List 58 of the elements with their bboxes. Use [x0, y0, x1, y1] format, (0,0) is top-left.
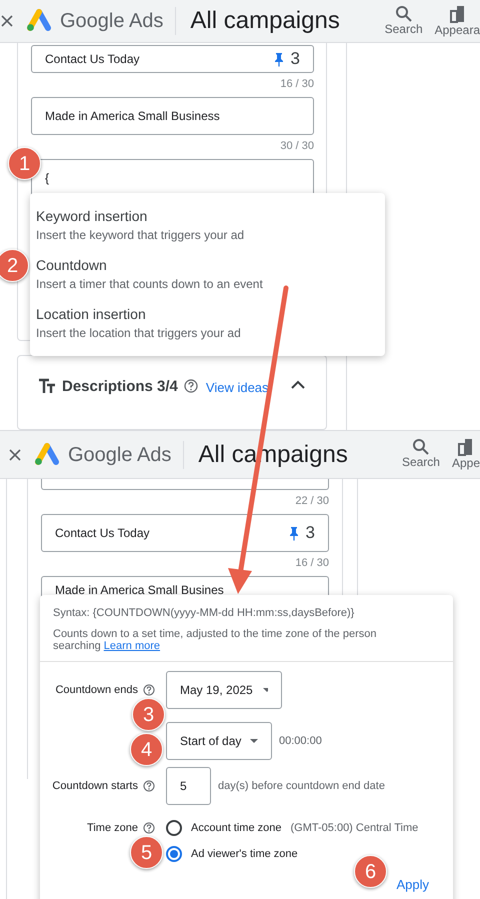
time-text: 00:00:00 [279, 734, 322, 749]
search-icon [395, 4, 412, 22]
headline-field[interactable] [41, 479, 329, 490]
pin-icon [272, 52, 285, 66]
toolbar-button[interactable]: Search [402, 438, 440, 470]
pin-position: 3 [290, 48, 300, 70]
logo-icon [26, 9, 52, 33]
toolbar-button[interactable]: Search [384, 4, 423, 36]
panel-icon [448, 4, 466, 22]
text-size-icon [38, 378, 56, 394]
syntax-text: Syntax: {COUNTDOWN(yyyy-MM-dd HH:mm:ss,daysBefore)} [53, 606, 356, 621]
logo-icon [34, 442, 60, 466]
time-zone-note: (GMT-05:00) Central Time [290, 820, 418, 836]
headline-field[interactable]: Contact Us Today 3 [41, 514, 329, 552]
help-icon [143, 684, 155, 696]
field-label: Countdown starts [52, 778, 138, 794]
page-title: All campaigns [190, 6, 340, 36]
close-icon[interactable] [0, 14, 14, 28]
headline-field[interactable]: Made in America Small Business [31, 97, 314, 135]
help-icon [143, 780, 155, 792]
view-ideas-link[interactable]: View ideas [206, 378, 269, 398]
radio-label: Account time zone [191, 820, 282, 836]
character-counter: 16 / 30 [280, 79, 314, 90]
radio-button[interactable] [166, 820, 182, 836]
days-input[interactable]: 5 [166, 766, 211, 805]
character-counter: 16 / 30 [295, 558, 329, 569]
description-text: Counts down to a set time, adjusted to the time zone of the person searching Learn more [53, 628, 378, 653]
toolbar-button[interactable]: Appe [452, 438, 480, 471]
section-title: Descriptions 3/4 [62, 376, 178, 397]
headline-field[interactable]: Contact Us Today 3 [31, 45, 314, 73]
panel-icon [457, 438, 474, 456]
menu-item[interactable]: Keyword insertion Insert the keyword that triggers your ad [30, 201, 250, 250]
menu-item[interactable]: Location insertion Insert the location that triggers your ad [30, 299, 247, 348]
caret-icon [250, 738, 258, 743]
help-icon [184, 378, 198, 393]
character-counter: 30 / 30 [280, 141, 314, 152]
caret-icon [262, 688, 268, 692]
menu-item[interactable]: Countdown Insert a timer that counts down to an event [30, 250, 269, 299]
field-label: Time zone [87, 820, 138, 836]
field-label: Countdown ends [55, 682, 138, 698]
step-badge: 2 [0, 249, 29, 282]
pin-position: 3 [306, 522, 315, 544]
search-icon [412, 438, 430, 455]
dropdown[interactable]: May 19, 2025 [166, 670, 282, 709]
radio-label: Ad viewer's time zone [191, 846, 298, 862]
character-counter: 22 / 30 [295, 496, 329, 507]
close-icon[interactable] [8, 448, 22, 462]
product-name: Google Ads [68, 442, 172, 468]
step-badge: 1 [8, 147, 41, 180]
dropdown[interactable]: Start of day [166, 722, 272, 760]
product-name: Google Ads [60, 9, 164, 34]
toolbar-button[interactable]: Appeara [434, 4, 480, 38]
help-icon [143, 822, 155, 834]
learn-more-link[interactable]: Learn more [104, 640, 160, 652]
radio-button[interactable] [166, 846, 182, 862]
pin-icon [288, 526, 300, 540]
apply-button[interactable]: Apply [394, 874, 431, 894]
days-text: day(s) before countdown end date [218, 778, 385, 794]
